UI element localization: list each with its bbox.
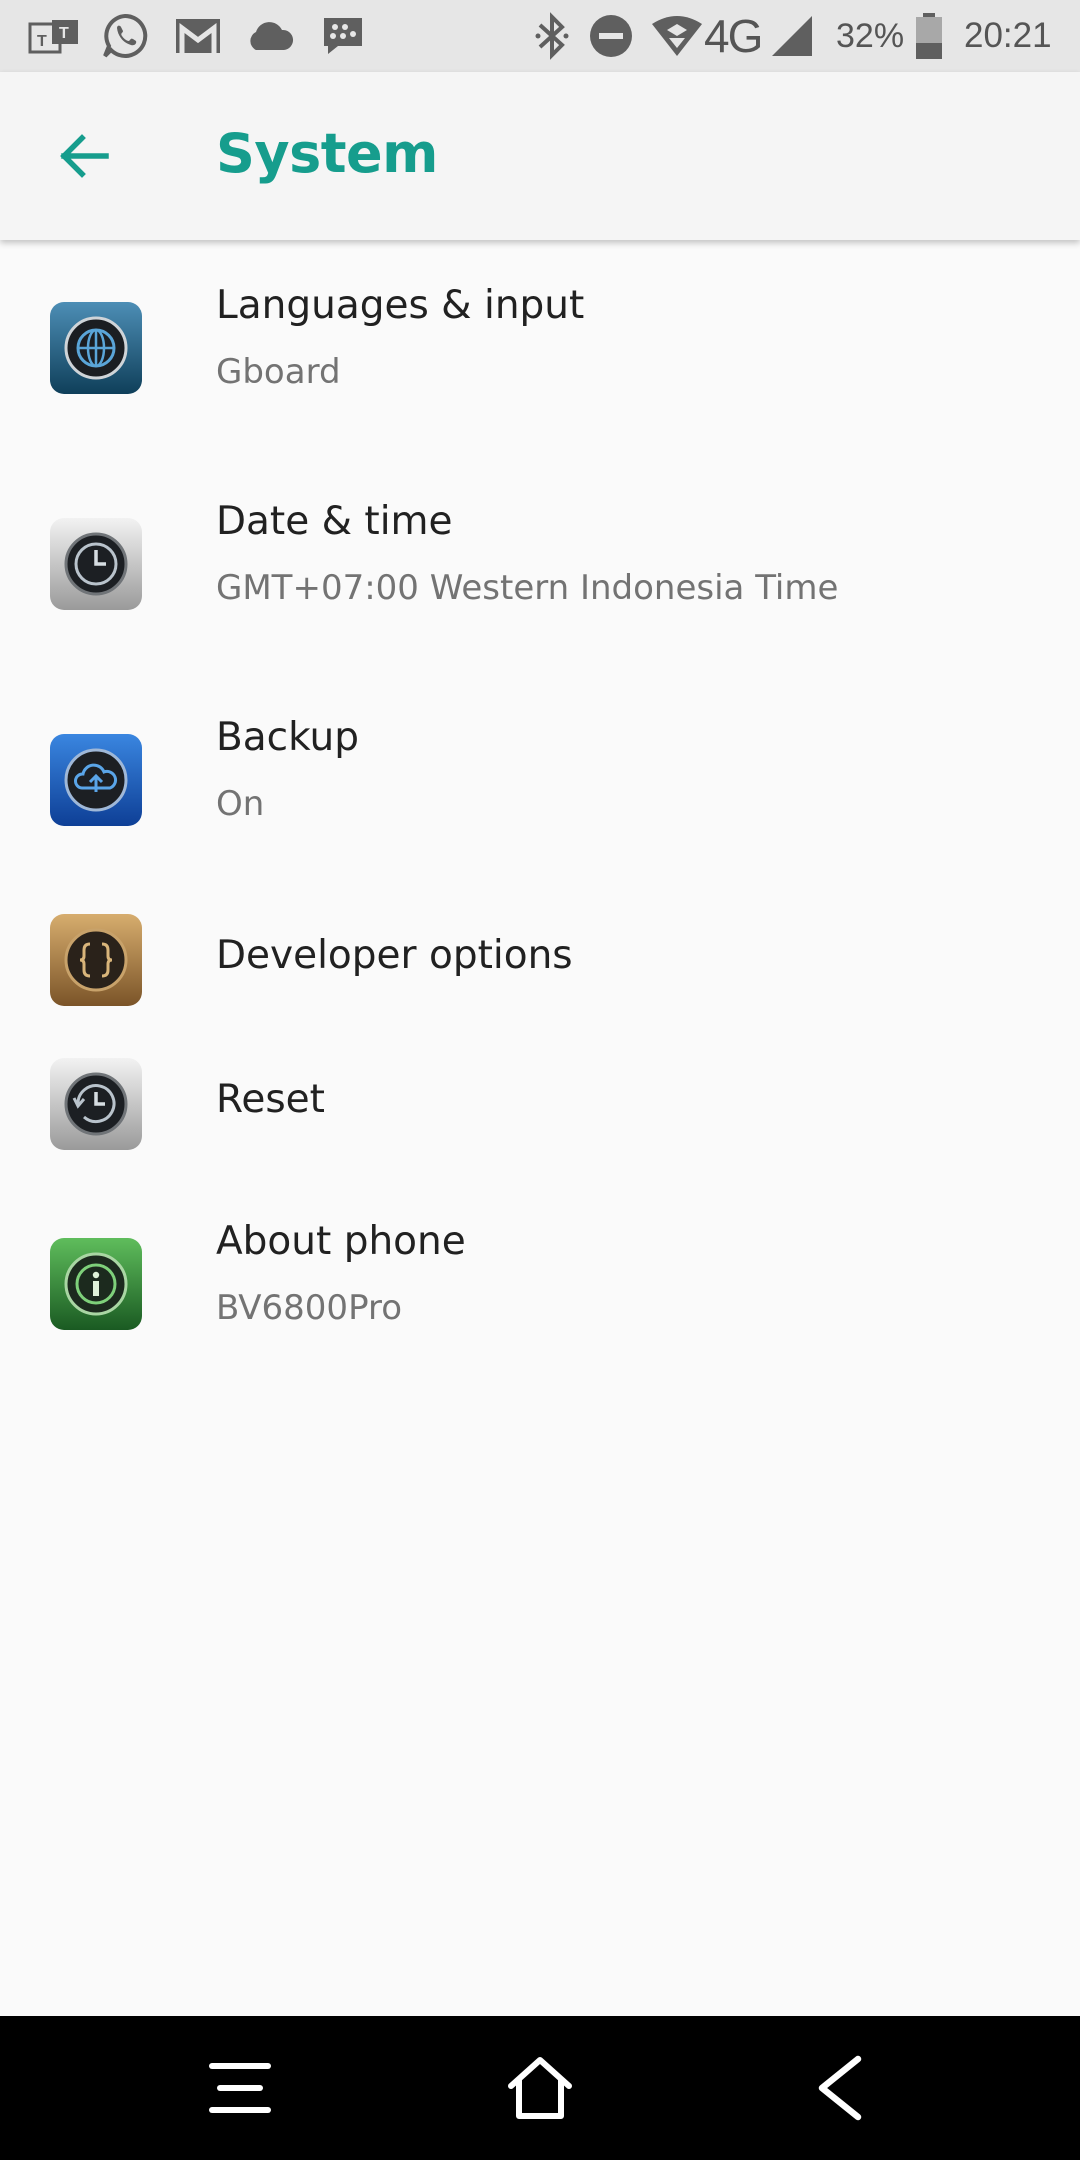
settings-item-date-time[interactable]: Date & time GMT+07:00 Western Indonesia … xyxy=(0,456,1080,672)
item-title: Developer options xyxy=(216,933,573,978)
signal-icon xyxy=(770,0,814,72)
item-title: About phone xyxy=(216,1219,466,1264)
cloud-icon xyxy=(244,0,296,72)
arrow-left-icon xyxy=(60,134,109,178)
item-subtitle: Gboard xyxy=(216,352,341,392)
wifi-icon xyxy=(650,0,704,72)
item-title: Backup xyxy=(216,715,359,760)
developer-icon xyxy=(50,914,142,1006)
reset-icon xyxy=(50,1058,142,1150)
settings-item-about-phone[interactable]: About phone BV6800Pro xyxy=(0,1176,1080,1392)
svg-text:T: T xyxy=(37,33,47,50)
status-bar: T T 4G 32% 20:21 xyxy=(0,0,1080,72)
settings-item-backup[interactable]: Backup On xyxy=(0,672,1080,888)
bbm-icon xyxy=(320,0,366,72)
bluetooth-icon xyxy=(532,0,572,72)
settings-item-developer-options[interactable]: Developer options xyxy=(0,888,1080,1032)
network-type: 4G xyxy=(704,10,763,62)
clock-time: 20:21 xyxy=(964,16,1052,55)
gmail-icon xyxy=(174,0,222,72)
menu-button[interactable] xyxy=(190,2038,290,2138)
cloud-upload-icon xyxy=(50,734,142,826)
settings-item-reset[interactable]: Reset xyxy=(0,1032,1080,1176)
page-title: System xyxy=(216,122,438,185)
battery-icon xyxy=(914,0,944,72)
app-bar: System xyxy=(0,72,1080,240)
back-icon xyxy=(818,2055,862,2121)
whatsapp-icon xyxy=(100,0,150,72)
svg-text:T: T xyxy=(59,25,69,42)
item-title: Reset xyxy=(216,1077,325,1122)
menu-icon xyxy=(209,2063,271,2113)
do-not-disturb-icon xyxy=(588,0,634,72)
navigate-up-button[interactable] xyxy=(44,116,124,196)
battery-percent: 32% xyxy=(836,16,905,55)
globe-icon xyxy=(50,302,142,394)
settings-item-languages[interactable]: Languages & input Gboard xyxy=(0,240,1080,456)
item-title: Date & time xyxy=(216,499,453,544)
home-button[interactable] xyxy=(490,2038,590,2138)
item-subtitle: BV6800Pro xyxy=(216,1288,403,1328)
home-icon xyxy=(508,2057,572,2119)
item-subtitle: On xyxy=(216,784,265,824)
navigation-bar xyxy=(0,2016,1080,2160)
back-button[interactable] xyxy=(790,2038,890,2138)
teams-icon: T T xyxy=(28,0,80,72)
info-icon xyxy=(50,1238,142,1330)
item-subtitle: GMT+07:00 Western Indonesia Time xyxy=(216,568,839,608)
clock-icon xyxy=(50,518,142,610)
item-title: Languages & input xyxy=(216,283,585,328)
